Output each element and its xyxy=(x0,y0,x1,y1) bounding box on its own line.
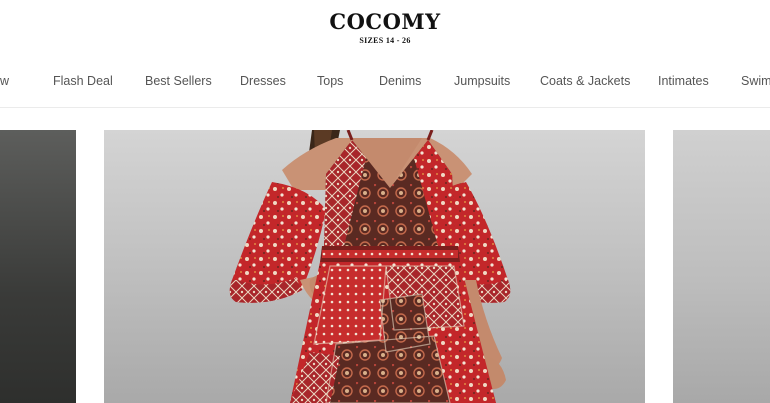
nav-item-flash-deal[interactable]: Flash Deal xyxy=(53,74,113,88)
brand-name: COCOMY xyxy=(329,9,441,34)
nav-item-tops[interactable]: Tops xyxy=(317,74,343,88)
nav-item-new[interactable]: New xyxy=(0,74,9,88)
nav-divider xyxy=(0,107,770,108)
nav-item-dresses[interactable]: Dresses xyxy=(240,74,286,88)
nav-item-intimates[interactable]: Intimates xyxy=(658,74,709,88)
nav-item-denims[interactable]: Denims xyxy=(379,74,421,88)
brand-logo[interactable]: COCOMY SIZES 14 - 26 xyxy=(0,10,770,47)
nav-item-jumpsuits[interactable]: Jumpsuits xyxy=(454,74,510,88)
brand-tagline: SIZES 14 - 26 xyxy=(359,36,411,45)
main-nav: New Flash Deal Best Sellers Dresses Tops… xyxy=(0,70,770,96)
nav-item-coats-jackets[interactable]: Coats & Jackets xyxy=(540,74,630,88)
page: COCOMY SIZES 14 - 26 New Flash Deal Best… xyxy=(0,0,770,403)
carousel-slide-previous[interactable] xyxy=(0,130,76,403)
nav-item-best-sellers[interactable]: Best Sellers xyxy=(145,74,212,88)
model-dress-image xyxy=(229,130,511,403)
carousel-slide-next[interactable] xyxy=(673,130,770,403)
carousel-slide-main[interactable] xyxy=(104,130,645,403)
nav-item-swimwear[interactable]: Swimwear xyxy=(741,74,770,88)
